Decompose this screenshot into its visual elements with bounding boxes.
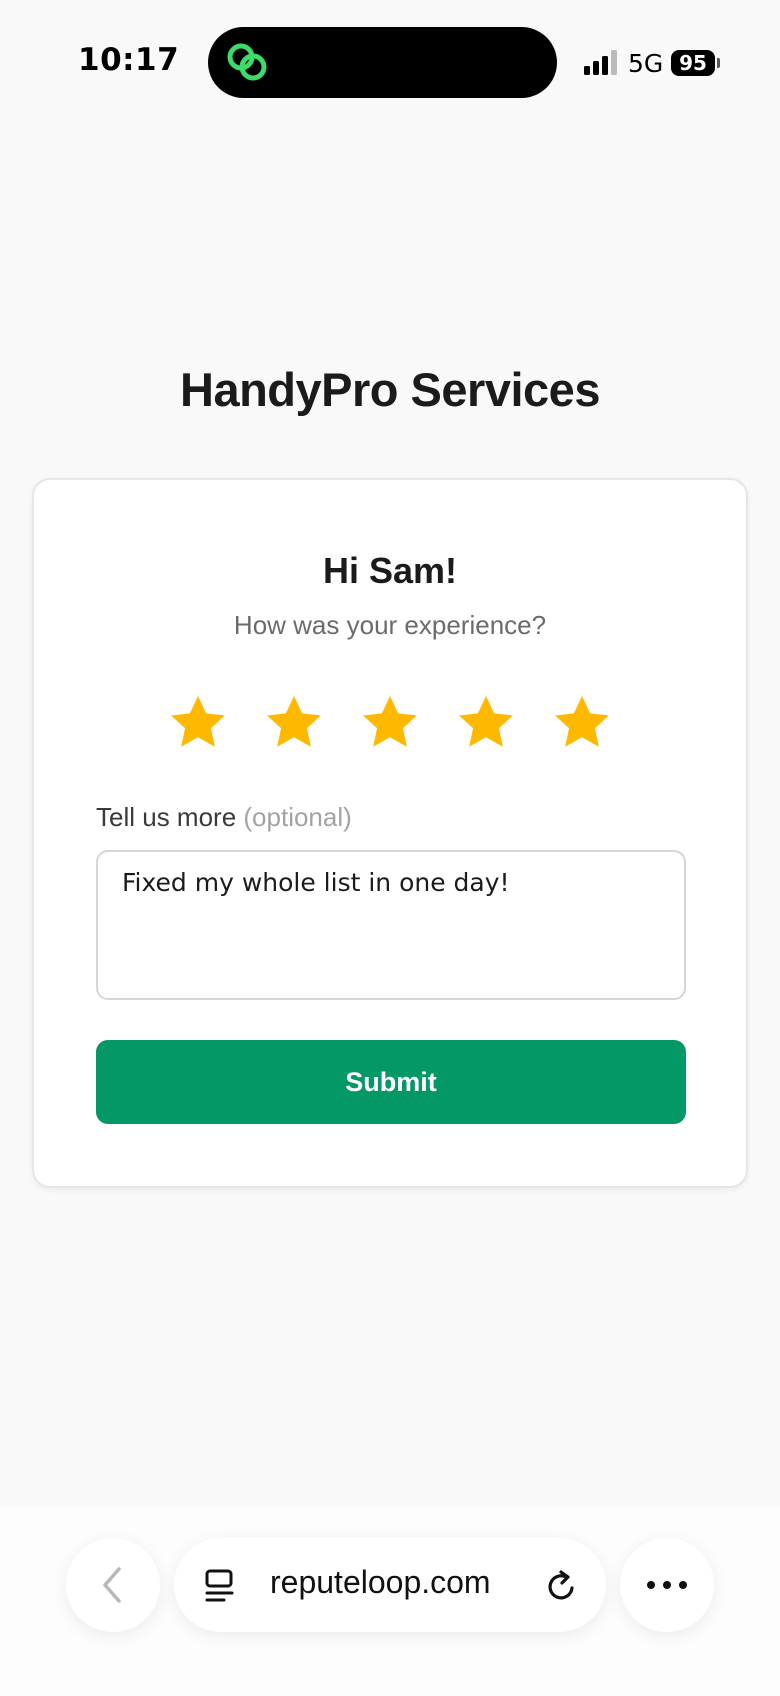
more-icon [647, 1581, 687, 1589]
network-type: 5G [628, 49, 664, 78]
star-icon[interactable] [357, 690, 423, 756]
business-name: HandyPro Services [180, 363, 600, 416]
feedback-label-text: Tell us more [96, 802, 237, 832]
experience-prompt: How was your experience? [233, 610, 547, 640]
battery-level: 95 [671, 50, 715, 76]
submit-button[interactable]: Submit [96, 1040, 686, 1124]
star-icon[interactable] [453, 690, 519, 756]
signal-icon [584, 50, 617, 75]
url-text: reputeloop.com [270, 1564, 491, 1600]
star-rating[interactable] [34, 690, 746, 756]
feedback-optional-hint: (optional) [243, 802, 352, 832]
address-bar[interactable]: reputeloop.com [174, 1538, 606, 1632]
dynamic-island [208, 27, 557, 98]
star-icon[interactable] [261, 690, 327, 756]
status-time: 10:17 [78, 42, 180, 78]
feedback-label: Tell us more (optional) [96, 802, 352, 833]
star-icon[interactable] [549, 690, 615, 756]
more-button[interactable] [620, 1538, 714, 1632]
greeting: Hi Sam! [322, 550, 458, 591]
linked-rings-icon [227, 43, 267, 81]
feedback-textarea[interactable]: Fixed my whole list in one day! [96, 850, 686, 1000]
tabs-icon [205, 1569, 234, 1602]
review-card: Hi Sam! How was your experience? Tell us… [32, 478, 748, 1188]
star-icon[interactable] [165, 690, 231, 756]
battery-cap [717, 58, 720, 68]
back-icon [103, 1567, 121, 1603]
back-button[interactable] [66, 1538, 160, 1632]
reload-icon[interactable] [544, 1568, 580, 1604]
status-bar: 10:17 5G 95 [0, 0, 780, 130]
